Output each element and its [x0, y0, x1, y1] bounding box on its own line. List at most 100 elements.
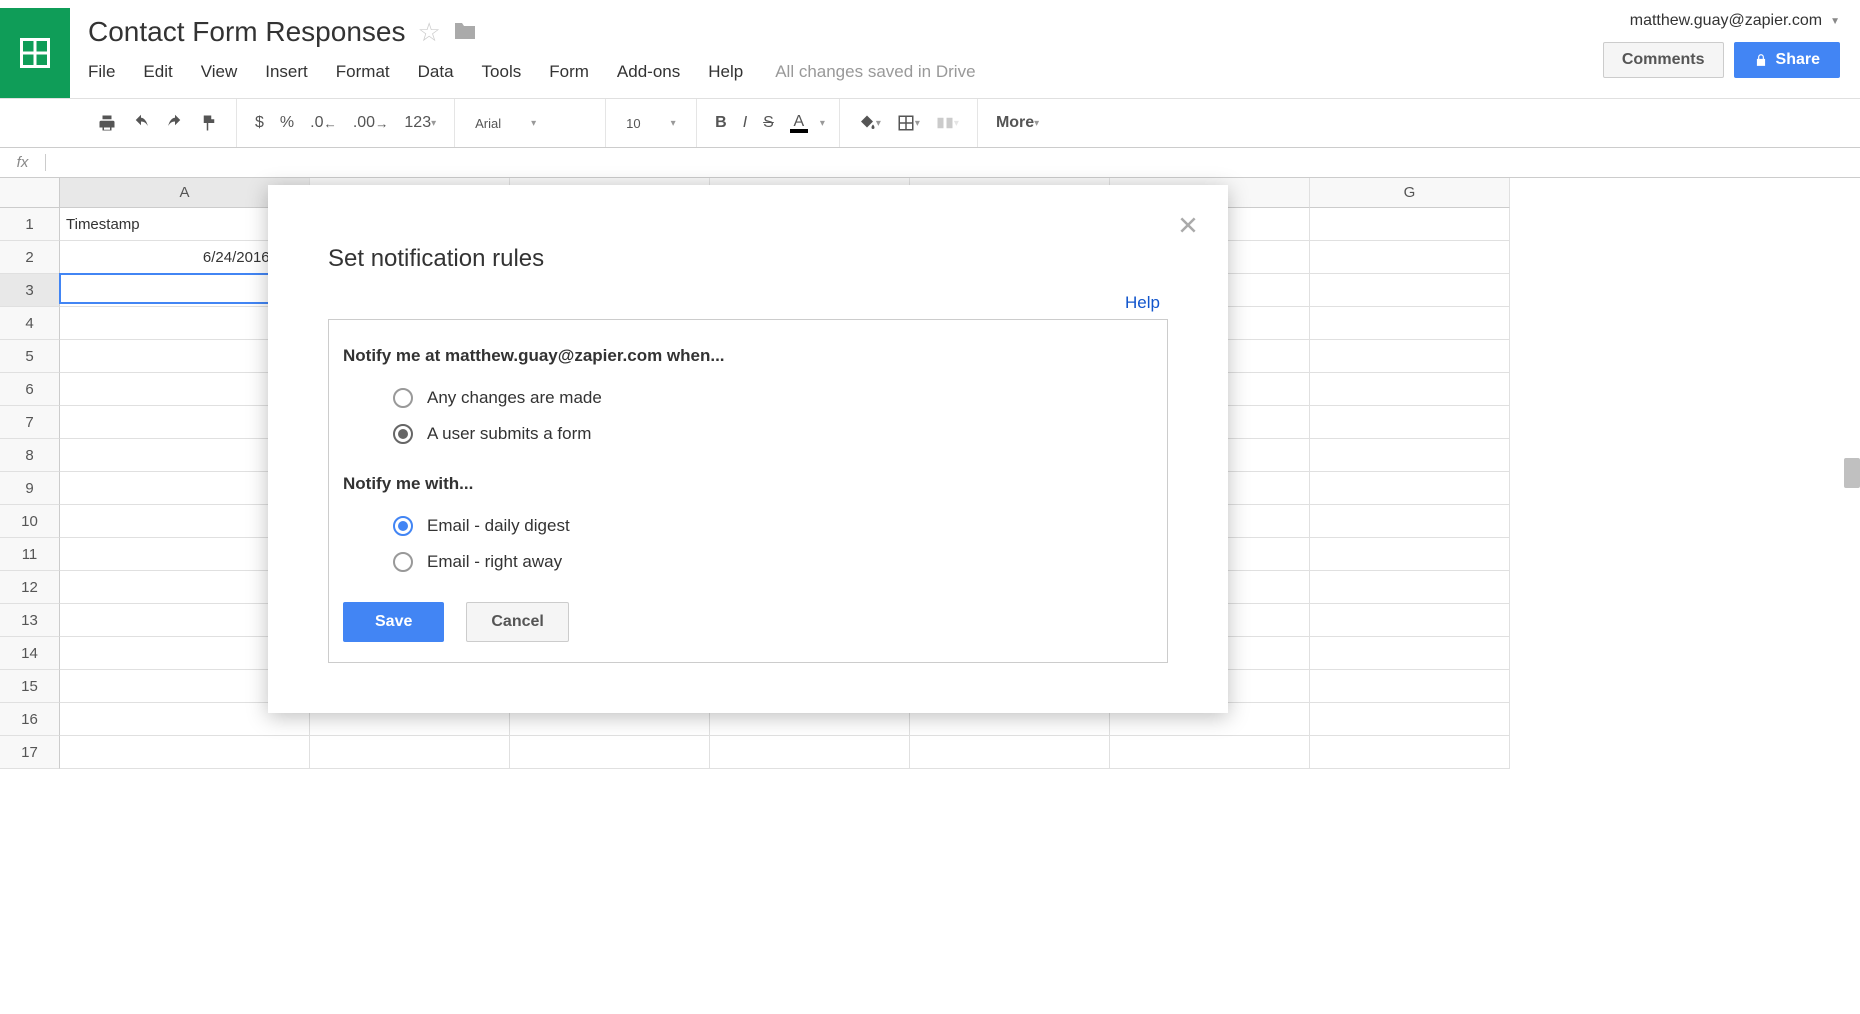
- radio-submits-form-label: A user submits a form: [427, 424, 591, 444]
- increase-decimals-button[interactable]: .00→: [345, 108, 397, 138]
- undo-icon[interactable]: [124, 108, 158, 138]
- cell[interactable]: [1310, 505, 1510, 538]
- cell[interactable]: [1310, 703, 1510, 736]
- scrollbar-thumb[interactable]: [1844, 458, 1860, 488]
- user-email-label: matthew.guay@zapier.com: [1630, 12, 1822, 30]
- share-label: Share: [1776, 51, 1820, 69]
- comments-button[interactable]: Comments: [1603, 42, 1724, 78]
- chevron-down-icon: ▾: [671, 118, 676, 129]
- font-size-select[interactable]: 10 ▾: [616, 116, 686, 131]
- document-title[interactable]: Contact Form Responses: [88, 16, 405, 48]
- menu-form[interactable]: Form: [535, 58, 603, 86]
- percent-button[interactable]: %: [272, 108, 302, 138]
- menu-file[interactable]: File: [88, 58, 129, 86]
- row-header[interactable]: 1: [0, 208, 60, 241]
- menu-format[interactable]: Format: [322, 58, 404, 86]
- save-button[interactable]: Save: [343, 602, 444, 642]
- row-header[interactable]: 14: [0, 637, 60, 670]
- help-link[interactable]: Help: [1125, 293, 1160, 312]
- radio-submits-form[interactable]: [393, 424, 413, 444]
- row-header[interactable]: 10: [0, 505, 60, 538]
- radio-daily-digest[interactable]: [393, 516, 413, 536]
- close-icon[interactable]: [1178, 215, 1198, 238]
- row-header[interactable]: 9: [0, 472, 60, 505]
- lock-icon: [1754, 53, 1768, 67]
- row-header[interactable]: 8: [0, 439, 60, 472]
- formula-input[interactable]: [46, 148, 1860, 177]
- cell[interactable]: [1310, 274, 1510, 307]
- borders-button[interactable]: ▾: [889, 108, 928, 138]
- cell[interactable]: [1310, 241, 1510, 274]
- row-header[interactable]: 7: [0, 406, 60, 439]
- more-button[interactable]: More ▾: [988, 108, 1047, 138]
- row-header[interactable]: 2: [0, 241, 60, 274]
- cell[interactable]: [1310, 373, 1510, 406]
- cell[interactable]: [1310, 472, 1510, 505]
- cell[interactable]: [1310, 604, 1510, 637]
- cell[interactable]: [310, 736, 510, 769]
- chevron-down-icon: ▼: [1830, 16, 1840, 27]
- cell[interactable]: [510, 736, 710, 769]
- menu-edit[interactable]: Edit: [129, 58, 186, 86]
- cell[interactable]: [710, 736, 910, 769]
- bold-button[interactable]: B: [707, 108, 735, 138]
- menu-view[interactable]: View: [187, 58, 252, 86]
- cell[interactable]: [1310, 670, 1510, 703]
- cell[interactable]: [60, 736, 310, 769]
- strike-button[interactable]: S: [755, 108, 782, 138]
- radio-any-changes[interactable]: [393, 388, 413, 408]
- menu-insert[interactable]: Insert: [251, 58, 322, 86]
- menu-addons[interactable]: Add-ons: [603, 58, 694, 86]
- menu-help[interactable]: Help: [694, 58, 757, 86]
- star-icon[interactable]: ☆: [417, 17, 440, 48]
- menu-bar: File Edit View Insert Format Data Tools …: [88, 58, 1603, 86]
- radio-any-changes-label: Any changes are made: [427, 388, 602, 408]
- cancel-button[interactable]: Cancel: [466, 602, 568, 642]
- cell[interactable]: [1110, 736, 1310, 769]
- cell[interactable]: [1310, 637, 1510, 670]
- row-header[interactable]: 5: [0, 340, 60, 373]
- row-header[interactable]: 11: [0, 538, 60, 571]
- cell[interactable]: [1310, 571, 1510, 604]
- text-color-button[interactable]: A: [782, 107, 816, 139]
- cell[interactable]: [910, 736, 1110, 769]
- cell[interactable]: [1310, 439, 1510, 472]
- italic-button[interactable]: I: [735, 108, 755, 138]
- currency-button[interactable]: $: [247, 108, 272, 138]
- menu-data[interactable]: Data: [404, 58, 468, 86]
- redo-icon[interactable]: [158, 108, 192, 138]
- notify-when-label: Notify me at matthew.guay@zapier.com whe…: [343, 346, 1153, 366]
- paint-format-icon[interactable]: [192, 108, 226, 138]
- row-header[interactable]: 13: [0, 604, 60, 637]
- cell[interactable]: [1310, 736, 1510, 769]
- cell[interactable]: [1310, 538, 1510, 571]
- font-select[interactable]: Arial ▾: [465, 116, 595, 131]
- notify-with-label: Notify me with...: [343, 474, 1153, 494]
- cell[interactable]: [1310, 406, 1510, 439]
- fill-color-button[interactable]: ▾: [850, 108, 889, 138]
- sheets-logo[interactable]: [0, 8, 70, 98]
- radio-right-away[interactable]: [393, 552, 413, 572]
- row-header[interactable]: 12: [0, 571, 60, 604]
- print-icon[interactable]: [90, 108, 124, 138]
- row-header[interactable]: 16: [0, 703, 60, 736]
- user-menu[interactable]: matthew.guay@zapier.com ▼: [1630, 12, 1840, 30]
- merge-button[interactable]: ▾: [928, 110, 967, 136]
- folder-icon[interactable]: [453, 21, 477, 44]
- column-header[interactable]: G: [1310, 178, 1510, 208]
- row-header[interactable]: 15: [0, 670, 60, 703]
- row-header[interactable]: 4: [0, 307, 60, 340]
- cell[interactable]: [1310, 340, 1510, 373]
- dialog-title: Set notification rules: [268, 185, 1228, 293]
- menu-tools[interactable]: Tools: [468, 58, 536, 86]
- cell[interactable]: [1310, 307, 1510, 340]
- share-button[interactable]: Share: [1734, 42, 1840, 78]
- radio-daily-digest-label: Email - daily digest: [427, 516, 570, 536]
- decrease-decimals-button[interactable]: .0←: [302, 108, 345, 138]
- row-header[interactable]: 6: [0, 373, 60, 406]
- row-header[interactable]: 3: [0, 274, 60, 307]
- fx-label: fx: [0, 154, 46, 171]
- number-format-button[interactable]: 123 ▾: [396, 108, 444, 138]
- row-header[interactable]: 17: [0, 736, 60, 769]
- cell[interactable]: [1310, 208, 1510, 241]
